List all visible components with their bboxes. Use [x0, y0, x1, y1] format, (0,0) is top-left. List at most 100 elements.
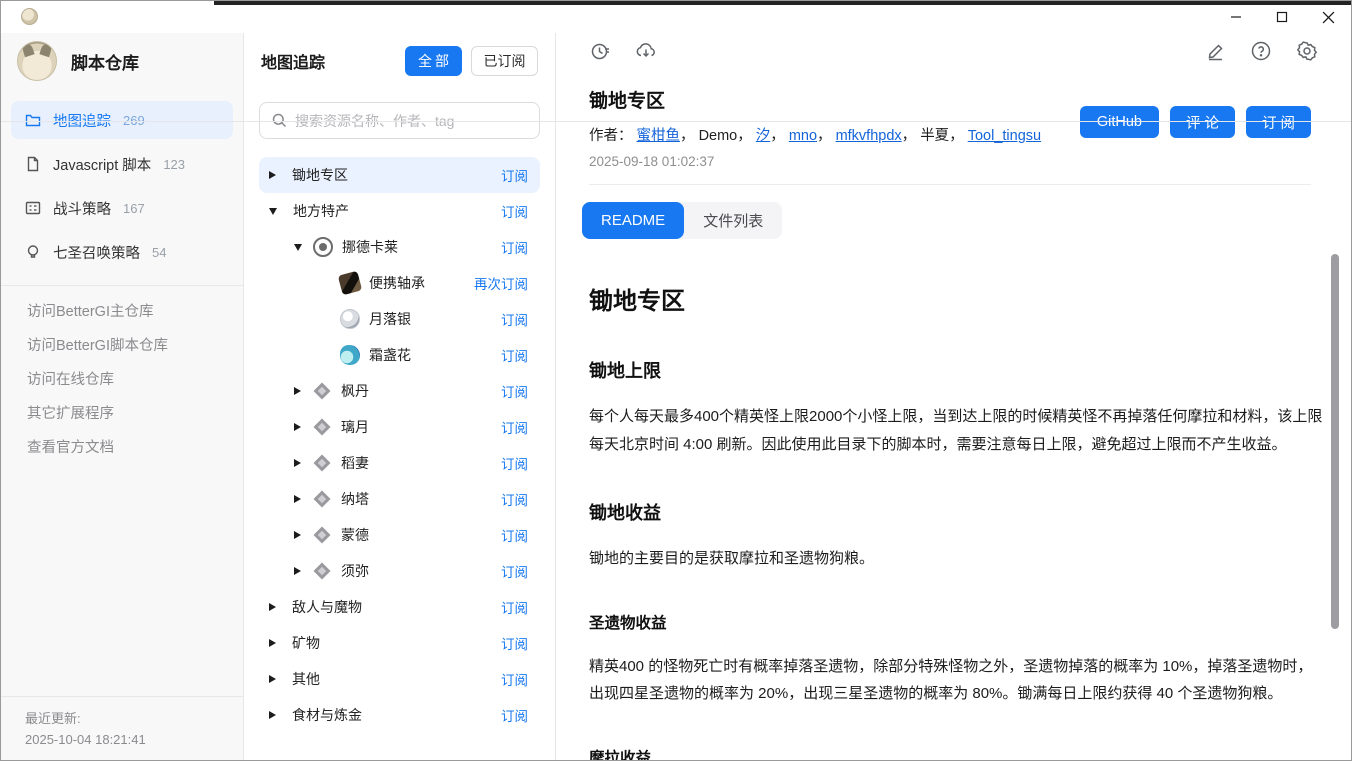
nodkrai-region-icon: [313, 237, 333, 257]
tab-file-list[interactable]: 文件列表: [684, 202, 782, 239]
mondstadt-emblem-icon: [312, 525, 332, 545]
subscribe-link[interactable]: 订阅: [501, 237, 528, 257]
tree-item-mondstadt[interactable]: 蒙德 订阅: [259, 517, 540, 553]
tree-label: 锄地专区: [292, 165, 348, 185]
tree-item-natlan[interactable]: 纳塔 订阅: [259, 481, 540, 517]
readme-content: 锄地专区 锄地上限 每个人每天最多400个精英怪上限2000个小怪上限，当到达上…: [556, 239, 1326, 761]
settings-button[interactable]: [1289, 33, 1325, 69]
chevron-down-icon[interactable]: [294, 244, 302, 251]
subscribe-link[interactable]: 订阅: [501, 489, 528, 509]
filter-all-button[interactable]: 全部: [405, 46, 462, 76]
chevron-right-icon[interactable]: [294, 495, 301, 503]
filter-subscribed-button[interactable]: 已订阅: [471, 46, 538, 76]
author-link[interactable]: Tool_tingsu: [968, 128, 1041, 144]
maximize-button[interactable]: [1259, 1, 1305, 33]
author-link[interactable]: 蜜柑鱼: [637, 128, 681, 144]
tree-label: 蒙德: [341, 525, 369, 545]
header-divider: [1, 121, 1351, 122]
subscribe-link[interactable]: 订阅: [501, 525, 528, 545]
author-label: 作者：: [589, 128, 633, 144]
sidebar-item-tcg-strategy[interactable]: 七圣召唤策略 54: [11, 233, 233, 271]
link-other-extensions[interactable]: 其它扩展程序: [27, 402, 243, 423]
sidebar-item-javascript[interactable]: Javascript 脚本 123: [11, 145, 233, 183]
nav-count: 269: [123, 113, 145, 128]
tree-item-nodkrai[interactable]: 挪德卡莱 订阅: [259, 229, 540, 265]
update-check-button[interactable]: [582, 33, 618, 69]
subscribe-button[interactable]: 订阅: [1246, 106, 1311, 138]
cloud-download-button[interactable]: [628, 33, 664, 69]
tree-item-inazuma[interactable]: 稻妻 订阅: [259, 445, 540, 481]
resubscribe-link[interactable]: 再次订阅: [474, 273, 528, 293]
subscribe-link[interactable]: 订阅: [501, 705, 528, 725]
subscribe-link[interactable]: 订阅: [501, 453, 528, 473]
tree-item-liyue[interactable]: 璃月 订阅: [259, 409, 540, 445]
link-official-docs[interactable]: 查看官方文档: [27, 436, 243, 457]
subscribe-link[interactable]: 订阅: [501, 309, 528, 329]
chevron-down-icon[interactable]: [269, 208, 277, 215]
tree-item-minerals[interactable]: 矿物 订阅: [259, 625, 540, 661]
tree-item-sumeru[interactable]: 须弥 订阅: [259, 553, 540, 589]
subscribe-link[interactable]: 订阅: [501, 381, 528, 401]
tree-item-enemies-monsters[interactable]: 敌人与魔物 订阅: [259, 589, 540, 625]
author-link[interactable]: mfkvfhpdx: [836, 128, 902, 144]
subscribe-link[interactable]: 订阅: [501, 345, 528, 365]
tree-item-frost-flower[interactable]: 霜盏花 订阅: [259, 337, 540, 373]
author-link[interactable]: 汐: [756, 128, 771, 144]
separator: ，: [902, 128, 917, 144]
section-divider: [589, 184, 1311, 185]
background-window-edge: [214, 1, 1352, 5]
link-online-repo[interactable]: 访问在线仓库: [27, 368, 243, 389]
fontaine-emblem-icon: [312, 381, 332, 401]
readme-scrollbar-thumb[interactable]: [1331, 254, 1339, 629]
grid-icon: [25, 200, 41, 216]
edit-button[interactable]: [1197, 33, 1233, 69]
gear-icon: [1296, 40, 1318, 62]
sidebar-nav: 地图追踪 269 Javascript 脚本 123 战斗策略 167 七圣召唤…: [1, 89, 243, 286]
subscribe-link[interactable]: 订阅: [501, 165, 528, 185]
tree-label: 纳塔: [341, 489, 369, 509]
subscribe-link[interactable]: 订阅: [501, 633, 528, 653]
tree-label: 地方特产: [293, 201, 349, 221]
tree-label: 食材与炼金: [292, 705, 362, 725]
frost-flower-icon: [340, 345, 360, 365]
tree-item-food-alchemy[interactable]: 食材与炼金 订阅: [259, 697, 540, 733]
subscribe-link[interactable]: 订阅: [501, 417, 528, 437]
chevron-right-icon[interactable]: [294, 387, 301, 395]
sidebar-item-map-tracking[interactable]: 地图追踪 269: [11, 101, 233, 139]
chevron-right-icon[interactable]: [294, 423, 301, 431]
link-bettergi-script-repo[interactable]: 访问BetterGI脚本仓库: [27, 334, 243, 355]
github-button[interactable]: GitHub: [1080, 106, 1159, 138]
tab-readme[interactable]: README: [582, 202, 684, 239]
subscribe-link[interactable]: 订阅: [501, 669, 528, 689]
tree-item-chudi-zone[interactable]: 锄地专区 订阅: [259, 157, 540, 193]
tree-item-other[interactable]: 其他 订阅: [259, 661, 540, 697]
tree-item-local-specialties[interactable]: 地方特产 订阅: [259, 193, 540, 229]
sidebar-item-combat-strategy[interactable]: 战斗策略 167: [11, 189, 233, 227]
chevron-right-icon[interactable]: [269, 639, 276, 647]
link-bettergi-main-repo[interactable]: 访问BetterGI主仓库: [27, 300, 243, 321]
chevron-right-icon[interactable]: [294, 567, 301, 575]
resource-header: 锄地专区 作者： 蜜柑鱼， Demo， 汐， mno， mfkvfhpdx， 半…: [556, 69, 1351, 185]
tree-item-portable-bearing[interactable]: 便携轴承 再次订阅: [259, 265, 540, 301]
chevron-right-icon[interactable]: [269, 171, 276, 179]
subscribe-link[interactable]: 订阅: [501, 201, 528, 221]
chevron-right-icon[interactable]: [269, 603, 276, 611]
help-icon: [1250, 40, 1272, 62]
chevron-right-icon[interactable]: [269, 711, 276, 719]
comment-button[interactable]: 评论: [1170, 106, 1235, 138]
history-clock-icon: [590, 41, 611, 62]
chevron-right-icon[interactable]: [294, 531, 301, 539]
close-button[interactable]: [1305, 1, 1351, 33]
minimize-button[interactable]: [1213, 1, 1259, 33]
app-window: 脚本仓库 地图追踪 269 Javascript 脚本 123 战斗策略 167: [0, 0, 1352, 761]
subscribe-link[interactable]: 订阅: [501, 597, 528, 617]
author-link[interactable]: mno: [789, 128, 817, 144]
help-button[interactable]: [1243, 33, 1279, 69]
subscribe-link[interactable]: 订阅: [501, 561, 528, 581]
chevron-right-icon[interactable]: [294, 459, 301, 467]
tree-item-fontaine[interactable]: 枫丹 订阅: [259, 373, 540, 409]
liyue-emblem-icon: [312, 417, 332, 437]
chevron-right-icon[interactable]: [269, 675, 276, 683]
tree-item-moonfall-silver[interactable]: 月落银 订阅: [259, 301, 540, 337]
resource-list-panel: 地图追踪 全部 已订阅 锄地专区 订阅 地方特产 订: [244, 33, 556, 760]
